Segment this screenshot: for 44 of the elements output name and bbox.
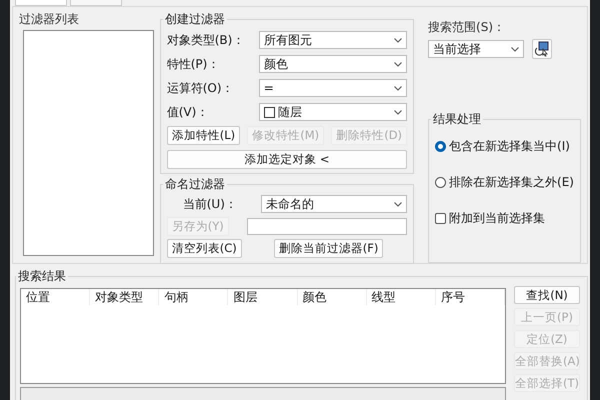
caret-icon xyxy=(511,46,520,52)
column-header[interactable]: 图层 xyxy=(228,289,298,305)
checkbox[interactable] xyxy=(435,212,446,224)
group-title: 搜索结果 xyxy=(17,268,67,285)
column-header[interactable]: 句柄 xyxy=(159,289,228,305)
dropdown[interactable]: 所有图元 xyxy=(258,31,408,49)
field-label: 对象类型(B)： xyxy=(166,32,246,48)
option-label: 排除在新选择集之外(E) xyxy=(449,174,574,190)
radio-button[interactable] xyxy=(435,176,446,188)
column-header[interactable]: 序号 xyxy=(436,289,505,305)
filter-list[interactable] xyxy=(23,30,154,256)
button[interactable]: 查找(N) xyxy=(514,286,580,304)
button[interactable]: 清空列表(C) xyxy=(166,238,242,258)
field-label: 运算符(O)： xyxy=(166,80,235,96)
dropdown[interactable]: 未命名的 xyxy=(260,195,408,213)
select-objects-button[interactable] xyxy=(532,39,552,59)
field-label: 特性(P)： xyxy=(166,56,220,72)
field-label: 搜索范围(S)： xyxy=(428,19,506,35)
group-title: 创建过滤器 xyxy=(164,11,226,28)
caret-icon xyxy=(394,38,402,42)
caret-icon xyxy=(394,86,402,90)
field-label: 值(V)： xyxy=(166,104,210,120)
column-header[interactable]: 对象类型 xyxy=(90,289,160,305)
input-field[interactable] xyxy=(246,218,408,234)
caret-icon xyxy=(394,202,402,206)
field-label: 当前(U)： xyxy=(182,196,238,212)
group-title: 命名过滤器 xyxy=(164,176,226,193)
button[interactable]: 添加特性(L) xyxy=(166,126,240,145)
group-title: 结果处理 xyxy=(432,111,482,128)
option-label: 附加到当前选择集 xyxy=(449,210,546,226)
filter-list-label: 过滤器列表 xyxy=(19,11,80,27)
button[interactable]: 添加选定对象 < xyxy=(166,150,408,169)
column-header[interactable]: 位置 xyxy=(21,289,90,305)
caret-icon xyxy=(394,62,402,66)
dropdown[interactable]: = xyxy=(258,79,408,97)
button[interactable]: 删除当前过滤器(F) xyxy=(274,238,384,258)
dropdown[interactable]: 当前选择 xyxy=(428,40,524,58)
column-header[interactable]: 颜色 xyxy=(298,289,367,305)
column-header[interactable]: 线型 xyxy=(366,289,436,305)
dropdown[interactable]: 颜色 xyxy=(258,55,408,73)
dropdown[interactable]: 随层 xyxy=(258,103,408,121)
option-label: 包含在新选择集当中(I) xyxy=(449,138,570,154)
radio-button[interactable] xyxy=(435,140,446,152)
caret-icon xyxy=(394,110,402,114)
